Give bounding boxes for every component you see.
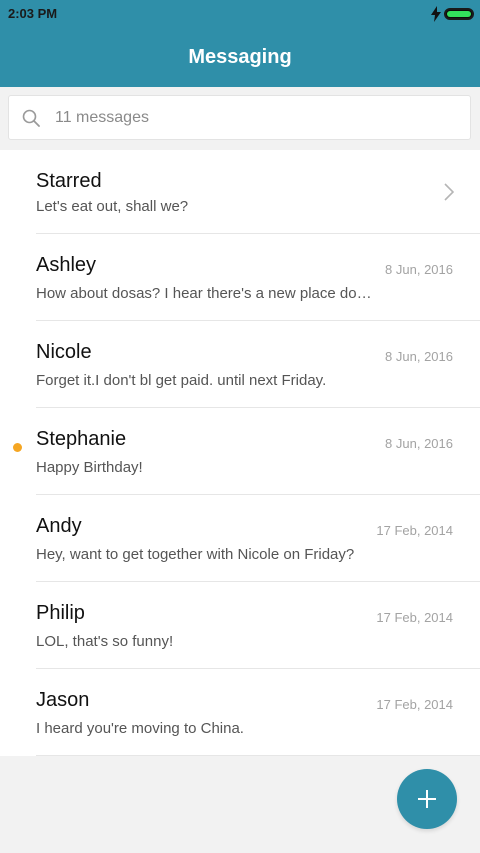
search-input[interactable]	[53, 107, 437, 128]
conversation-name: Andy	[36, 515, 82, 537]
conversation-list: Starred Let's eat out, shall we? Ashley …	[0, 150, 480, 756]
unread-indicator	[13, 443, 22, 452]
page-title: Messaging	[188, 46, 292, 68]
search-icon	[22, 109, 40, 127]
conversation-row[interactable]: Andy 17 Feb, 2014 Hey, want to get toget…	[0, 495, 480, 582]
conversation-preview: Hey, want to get together with Nicole on…	[36, 546, 355, 563]
search-area	[0, 87, 480, 150]
new-message-button[interactable]	[397, 769, 457, 829]
conversation-preview: How about dosas? I hear there's a new pl…	[36, 285, 372, 302]
conversation-date: 17 Feb, 2014	[376, 523, 453, 538]
status-time: 2:03 PM	[8, 6, 58, 21]
conversation-name: Starred	[36, 170, 102, 192]
conversation-preview: I heard you're moving to China.	[36, 720, 244, 737]
battery-icon	[444, 8, 474, 20]
plus-icon	[418, 790, 436, 808]
divider	[36, 755, 480, 756]
conversation-preview: LOL, that's so funny!	[36, 633, 174, 650]
conversation-row[interactable]: Nicole 8 Jun, 2016 Forget it.I don't bl …	[0, 321, 480, 408]
conversation-date: 17 Feb, 2014	[376, 697, 453, 712]
conversation-date: 8 Jun, 2016	[385, 349, 453, 364]
conversation-name: Philip	[36, 602, 85, 624]
conversation-preview: Forget it.I don't bl get paid. until nex…	[36, 372, 327, 389]
charging-bolt-icon	[431, 6, 441, 22]
conversation-name: Stephanie	[36, 428, 127, 450]
app-header: 2:03 PM Messaging	[0, 0, 480, 87]
conversation-date: 8 Jun, 2016	[385, 262, 453, 277]
status-icons	[430, 5, 474, 23]
conversation-row[interactable]: Philip 17 Feb, 2014 LOL, that's so funny…	[0, 582, 480, 669]
conversation-preview: Let's eat out, shall we?	[36, 198, 189, 215]
conversation-name: Nicole	[36, 341, 92, 363]
conversation-row[interactable]: Jason 17 Feb, 2014 I heard you're moving…	[0, 669, 480, 756]
conversation-date: 8 Jun, 2016	[385, 436, 453, 451]
conversation-row[interactable]: Ashley 8 Jun, 2016 How about dosas? I he…	[0, 234, 480, 321]
conversation-name: Ashley	[36, 254, 97, 276]
conversation-name: Jason	[36, 689, 90, 711]
conversation-row[interactable]: Stephanie 8 Jun, 2016 Happy Birthday!	[0, 408, 480, 495]
chevron-right-icon	[444, 183, 454, 201]
battery-level	[447, 11, 471, 17]
conversation-preview: Happy Birthday!	[36, 459, 143, 476]
conversation-date: 17 Feb, 2014	[376, 610, 453, 625]
search-box[interactable]	[8, 95, 471, 140]
conversation-row-starred[interactable]: Starred Let's eat out, shall we?	[0, 150, 480, 234]
